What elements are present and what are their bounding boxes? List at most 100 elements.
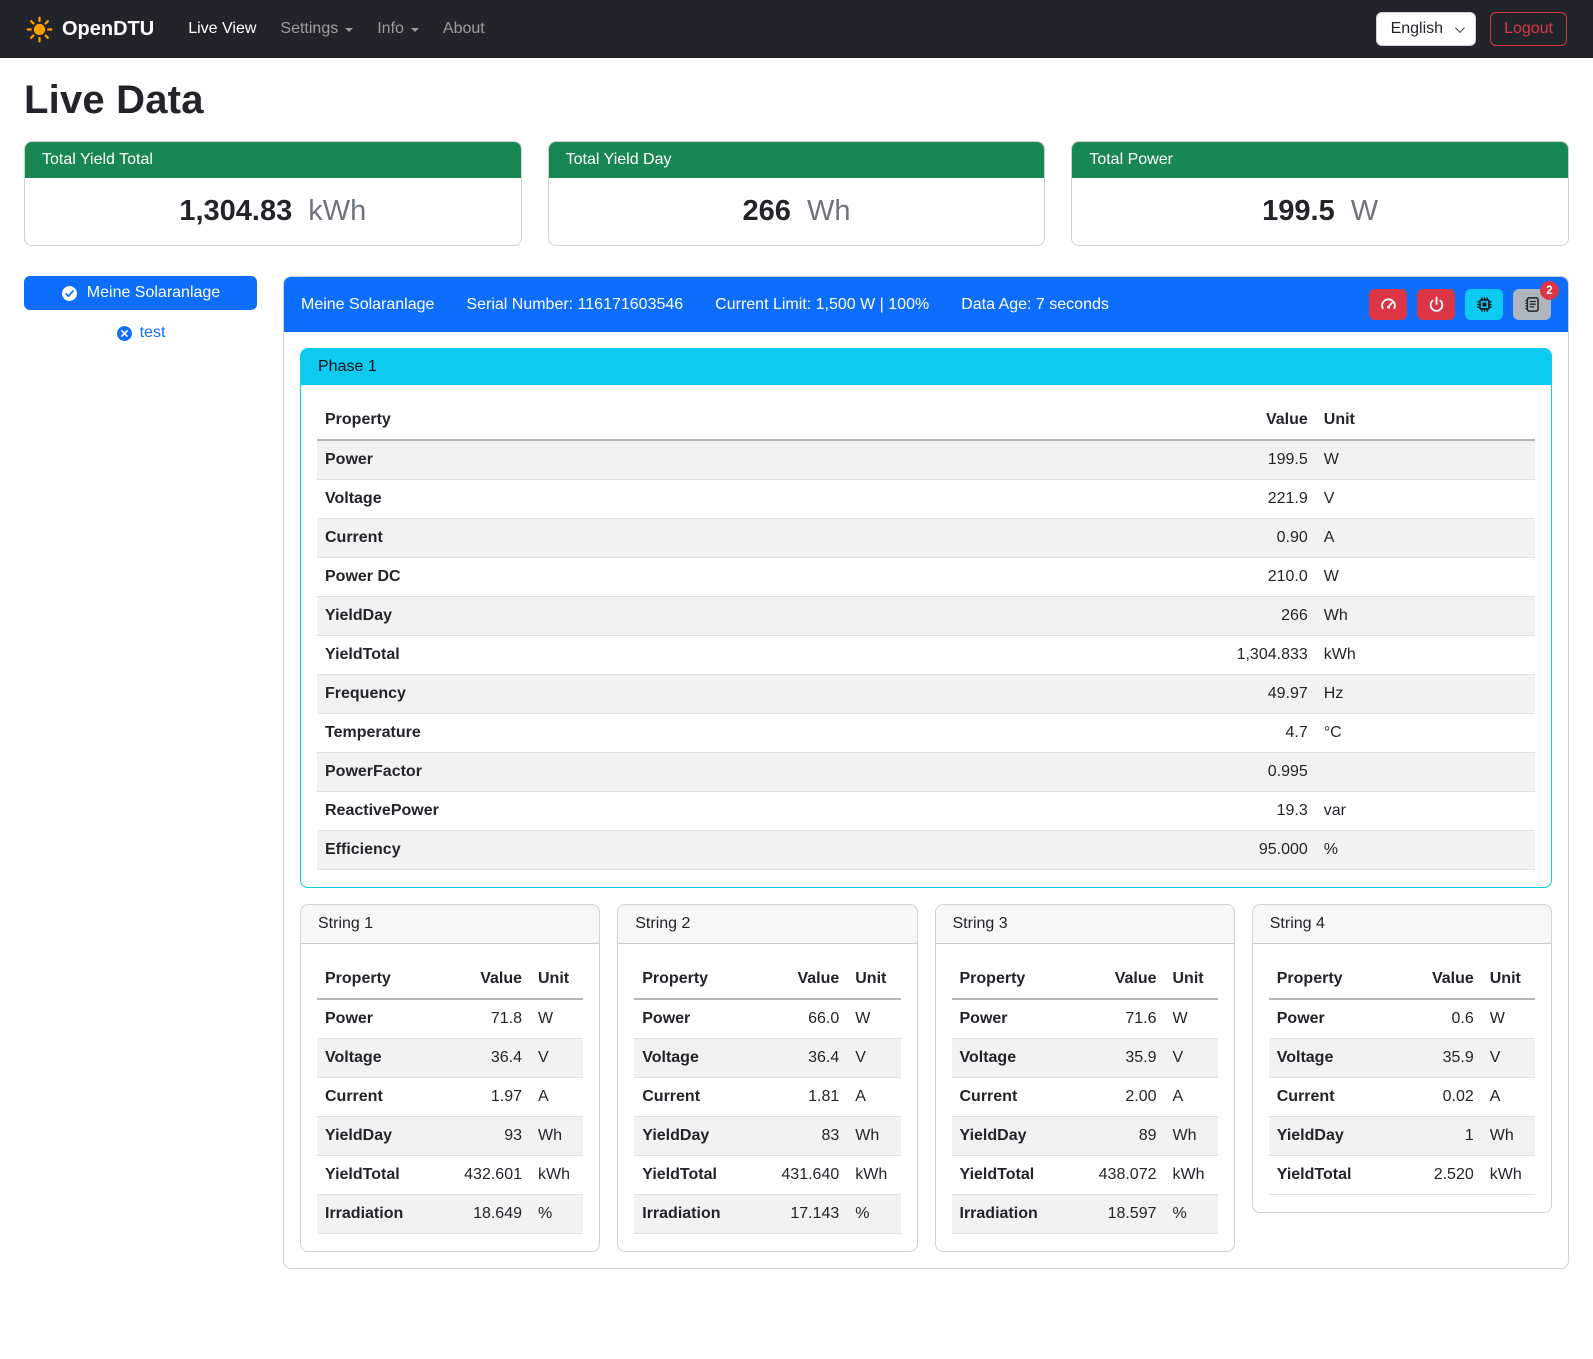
event-log-button[interactable]: 2 bbox=[1513, 289, 1551, 320]
summary-card-total-yield-day: Total Yield Day 266 Wh bbox=[548, 141, 1046, 246]
summary-card-total-power: Total Power 199.5 W bbox=[1071, 141, 1569, 246]
caret-down-icon bbox=[411, 28, 419, 32]
caret-down-icon bbox=[345, 28, 353, 32]
string-table: Property Value Unit Power bbox=[317, 960, 583, 1234]
nav-links: Live View Settings Info About bbox=[176, 12, 1375, 46]
string-table: Property Value Unit Power bbox=[634, 960, 900, 1234]
value-cell: 0.90 bbox=[1170, 519, 1316, 558]
unit-cell: °C bbox=[1316, 714, 1535, 753]
table-row: Current 2.00 A bbox=[952, 1078, 1218, 1117]
table-row: Voltage 36.4 V bbox=[317, 1039, 583, 1078]
string-card-title: String 2 bbox=[618, 905, 916, 944]
table-row: Power 0.6 W bbox=[1269, 999, 1535, 1039]
language-select[interactable]: English bbox=[1376, 12, 1476, 46]
value-cell: 1.81 bbox=[767, 1078, 847, 1117]
summary-value: 199.5 bbox=[1262, 195, 1335, 227]
property-cell: Current bbox=[317, 519, 1170, 558]
inverter-list: Meine Solaranlage test bbox=[24, 276, 257, 343]
unit-cell: Wh bbox=[1482, 1117, 1535, 1156]
table-row: YieldDay 89 Wh bbox=[952, 1117, 1218, 1156]
string-card-title: String 1 bbox=[301, 905, 599, 944]
unit-cell: kWh bbox=[847, 1156, 900, 1195]
nav-item-about[interactable]: About bbox=[431, 12, 497, 46]
property-cell: YieldTotal bbox=[317, 1156, 450, 1195]
page-title: Live Data bbox=[24, 78, 1569, 123]
table-header-row: Property Value Unit bbox=[634, 960, 900, 999]
summary-card-body: 1,304.83 kWh bbox=[25, 178, 521, 245]
property-cell: Temperature bbox=[317, 714, 1170, 753]
value-cell: 19.3 bbox=[1170, 792, 1316, 831]
string-card-body: Property Value Unit Power bbox=[301, 944, 599, 1251]
nav-item-info[interactable]: Info bbox=[365, 12, 431, 46]
string-table-body: Power 0.6 W Voltage 35.9 V bbox=[1269, 999, 1535, 1195]
string-card-3: String 3 Property Value Unit bbox=[935, 904, 1235, 1252]
value-cell: 17.143 bbox=[767, 1195, 847, 1234]
table-row: YieldDay 266 Wh bbox=[317, 597, 1535, 636]
unit-cell: V bbox=[1316, 480, 1535, 519]
nav-item-live-view[interactable]: Live View bbox=[176, 12, 268, 46]
summary-unit: kWh bbox=[308, 195, 366, 227]
phase-table: Property Value Unit Power bbox=[317, 401, 1535, 870]
table-row: YieldTotal 432.601 kWh bbox=[317, 1156, 583, 1195]
table-row: Voltage 35.9 V bbox=[1269, 1039, 1535, 1078]
value-cell: 36.4 bbox=[450, 1039, 530, 1078]
table-row: YieldDay 83 Wh bbox=[634, 1117, 900, 1156]
value-cell: 432.601 bbox=[450, 1156, 530, 1195]
nav-item-settings[interactable]: Settings bbox=[268, 12, 365, 46]
phase-card-body: Property Value Unit Power bbox=[301, 385, 1551, 887]
unit-cell: Wh bbox=[1316, 597, 1535, 636]
property-cell: ReactivePower bbox=[317, 792, 1170, 831]
table-header-row: Property Value Unit bbox=[317, 401, 1535, 440]
unit-cell: W bbox=[1482, 999, 1535, 1039]
device-info-button[interactable] bbox=[1465, 289, 1503, 320]
table-row: Voltage 36.4 V bbox=[634, 1039, 900, 1078]
check-circle-icon bbox=[61, 285, 78, 302]
property-cell: YieldDay bbox=[317, 597, 1170, 636]
unit-cell: V bbox=[847, 1039, 900, 1078]
value-cell: 221.9 bbox=[1170, 480, 1316, 519]
property-cell: Irradiation bbox=[634, 1195, 767, 1234]
table-header-row: Property Value Unit bbox=[317, 960, 583, 999]
table-row: Power 199.5 W bbox=[317, 440, 1535, 480]
table-row: Temperature 4.7 °C bbox=[317, 714, 1535, 753]
value-cell: 4.7 bbox=[1170, 714, 1316, 753]
column-header-value: Value bbox=[1402, 960, 1482, 999]
inverter-select-button[interactable]: Meine Solaranlage bbox=[24, 276, 257, 310]
column-header-property: Property bbox=[1269, 960, 1402, 999]
summary-card-total-yield-total: Total Yield Total 1,304.83 kWh bbox=[24, 141, 522, 246]
unit-cell: kWh bbox=[1316, 636, 1535, 675]
inverter-test-button[interactable]: test bbox=[110, 323, 172, 343]
unit-cell: V bbox=[1165, 1039, 1218, 1078]
property-cell: Power bbox=[317, 440, 1170, 480]
column-header-value: Value bbox=[1170, 401, 1316, 440]
property-cell: YieldDay bbox=[317, 1117, 450, 1156]
property-cell: Irradiation bbox=[952, 1195, 1085, 1234]
value-cell: 431.640 bbox=[767, 1156, 847, 1195]
property-cell: Power bbox=[952, 999, 1085, 1039]
table-row: YieldDay 1 Wh bbox=[1269, 1117, 1535, 1156]
property-cell: Current bbox=[634, 1078, 767, 1117]
string-card-title: String 4 bbox=[1253, 905, 1551, 944]
unit-cell: kWh bbox=[1482, 1156, 1535, 1195]
table-row: Power 66.0 W bbox=[634, 999, 900, 1039]
property-cell: Power bbox=[634, 999, 767, 1039]
table-row: PowerFactor 0.995 bbox=[317, 753, 1535, 792]
content-row: Meine Solaranlage test Meine Solaranlage… bbox=[24, 276, 1569, 1269]
unit-cell: W bbox=[1316, 440, 1535, 480]
value-cell: 2.00 bbox=[1085, 1078, 1165, 1117]
brand-link[interactable]: OpenDTU bbox=[26, 16, 154, 43]
logout-button[interactable]: Logout bbox=[1490, 12, 1567, 46]
summary-card-body: 199.5 W bbox=[1072, 178, 1568, 245]
value-cell: 66.0 bbox=[767, 999, 847, 1039]
power-settings-button[interactable] bbox=[1417, 289, 1455, 320]
table-row: Power 71.6 W bbox=[952, 999, 1218, 1039]
table-row: YieldTotal 1,304.833 kWh bbox=[317, 636, 1535, 675]
inverter-serial: Serial Number: 116171603546 bbox=[466, 296, 683, 314]
summary-card-title: Total Yield Total bbox=[25, 142, 521, 178]
column-header-value: Value bbox=[767, 960, 847, 999]
property-cell: Power bbox=[1269, 999, 1402, 1039]
column-header-unit: Unit bbox=[1482, 960, 1535, 999]
limit-settings-button[interactable] bbox=[1369, 289, 1407, 320]
value-cell: 199.5 bbox=[1170, 440, 1316, 480]
value-cell: 438.072 bbox=[1085, 1156, 1165, 1195]
